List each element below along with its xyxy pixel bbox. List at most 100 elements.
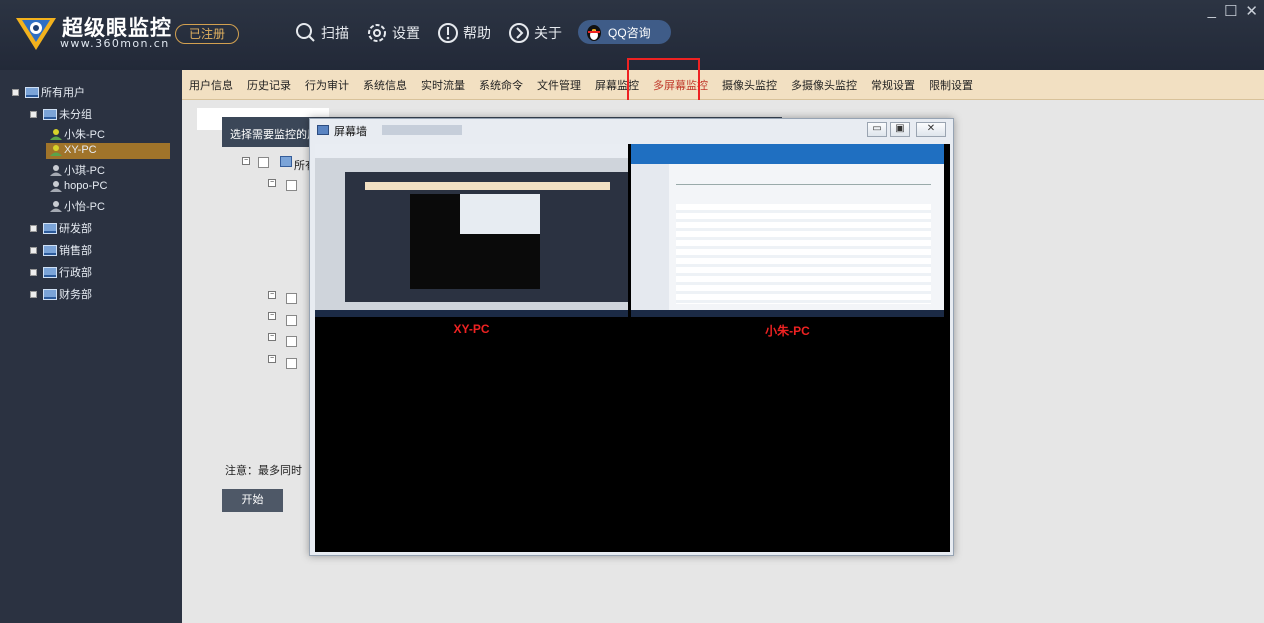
tab-user-info[interactable]: 用户信息 — [189, 77, 233, 93]
checkbox[interactable] — [286, 336, 297, 347]
function-tabs: 用户信息 历史记录 行为审计 系统信息 实时流量 系统命令 文件管理 屏幕监控 … — [182, 70, 1264, 100]
tree-group-label: 未分组 — [59, 109, 92, 121]
qq-label: QQ咨询 — [608, 25, 651, 40]
note-text: 注意：最多同时 — [225, 465, 302, 477]
tree-department-label: 研发部 — [59, 223, 92, 235]
dialog-title: 屏幕墙 — [334, 126, 367, 138]
tree-root[interactable]: 所有用户 — [12, 84, 85, 100]
tree-department[interactable]: 财务部 — [30, 286, 92, 302]
computer-icon — [43, 108, 57, 120]
maximize-icon[interactable]: ☐ — [1224, 2, 1237, 20]
window-controls: _ ☐ ✕ — [1208, 2, 1258, 20]
help-button[interactable]: 帮助 — [436, 20, 491, 46]
qq-consult-button[interactable]: QQ咨询 — [578, 20, 671, 44]
screen-label: 小朱-PC — [765, 324, 810, 338]
checkbox[interactable] — [286, 358, 297, 369]
checkbox[interactable] — [286, 315, 297, 326]
gear-icon — [368, 24, 386, 42]
penguin-icon — [587, 25, 601, 41]
tree-pc-label: 小朱-PC — [64, 129, 105, 141]
settings-label: 设置 — [392, 25, 420, 41]
tab-audit[interactable]: 行为审计 — [305, 77, 349, 93]
checkbox[interactable] — [286, 180, 297, 191]
user-tree: 所有用户 未分组 小朱-PC XY-PC 小琪-PC hopo-PC 小怡-PC… — [0, 70, 182, 623]
tree-department[interactable]: 行政部 — [30, 264, 92, 280]
tab-system-info[interactable]: 系统信息 — [363, 77, 407, 93]
tree-pc[interactable]: 小怡-PC — [50, 198, 105, 214]
brand-domain: www.360mon.cn — [60, 37, 170, 50]
panel-title: 选择需要监控的用 — [230, 129, 318, 141]
collapse-icon[interactable]: − — [268, 291, 276, 299]
tree-group[interactable]: 未分组 — [30, 106, 92, 122]
tab-restrictions[interactable]: 限制设置 — [929, 77, 973, 93]
collapse-icon[interactable] — [30, 290, 37, 298]
close-icon[interactable]: ✕ — [1245, 2, 1258, 20]
collapse-icon[interactable] — [30, 110, 37, 118]
collapse-icon[interactable] — [30, 246, 37, 254]
screen-wall-dialog: 屏幕墙 ▭ ▣ ✕ XY-PC 小朱-PC — [309, 118, 954, 556]
tree-pc-label: XY-PC — [64, 144, 97, 156]
help-label: 帮助 — [463, 25, 491, 41]
user-icon — [50, 128, 62, 140]
logo-icon — [16, 18, 56, 50]
start-button[interactable]: 开始 — [222, 489, 283, 512]
app-window: 超级眼监控 www.360mon.cn 已注册 扫描 设置 帮助 关于 QQ咨询… — [0, 0, 1264, 623]
tab-file-manager[interactable]: 文件管理 — [537, 77, 581, 93]
collapse-icon[interactable] — [30, 268, 37, 276]
user-icon — [50, 144, 62, 156]
tab-camera[interactable]: 摄像头监控 — [722, 77, 777, 93]
computer-icon — [25, 86, 39, 98]
tree-department-label: 财务部 — [59, 289, 92, 301]
screen-wall-body: XY-PC 小朱-PC — [315, 144, 950, 552]
tree-pc[interactable]: 小朱-PC — [50, 126, 105, 142]
registered-badge[interactable]: 已注册 — [175, 24, 239, 44]
collapse-icon[interactable] — [12, 88, 19, 96]
scan-label: 扫描 — [321, 25, 349, 41]
about-label: 关于 — [534, 25, 562, 41]
screen-thumbnail[interactable] — [631, 144, 944, 317]
user-icon — [50, 164, 62, 176]
search-icon — [296, 23, 315, 42]
window-icon — [317, 125, 329, 135]
collapse-icon[interactable]: − — [268, 312, 276, 320]
screen-label: XY-PC — [453, 322, 490, 336]
close-button[interactable]: ✕ — [916, 122, 946, 137]
collapse-icon[interactable]: − — [268, 355, 276, 363]
user-icon — [50, 200, 62, 212]
taskbar — [631, 310, 944, 317]
checkbox[interactable] — [258, 157, 269, 168]
computer-icon — [43, 222, 57, 234]
collapse-icon[interactable] — [30, 224, 37, 232]
tab-general-settings[interactable]: 常规设置 — [871, 77, 915, 93]
screen-thumbnail[interactable] — [315, 144, 628, 317]
blurred-title — [382, 125, 462, 135]
about-button[interactable]: 关于 — [507, 20, 562, 46]
user-icon — [50, 180, 62, 192]
tree-department[interactable]: 销售部 — [30, 242, 92, 258]
tree-pc-label: 小琪-PC — [64, 165, 105, 177]
tab-multi-camera[interactable]: 多摄像头监控 — [791, 77, 857, 93]
computer-icon — [280, 156, 292, 167]
minimize-icon[interactable]: _ — [1208, 2, 1216, 20]
collapse-icon[interactable]: − — [242, 157, 250, 165]
tree-pc-label: hopo-PC — [64, 180, 108, 192]
minimize-button[interactable]: ▭ — [867, 122, 887, 137]
tree-pc[interactable]: hopo-PC — [50, 180, 107, 192]
collapse-icon[interactable]: − — [268, 179, 276, 187]
scan-button[interactable]: 扫描 — [294, 20, 349, 46]
help-icon — [438, 23, 458, 43]
tab-traffic[interactable]: 实时流量 — [421, 77, 465, 93]
tree-pc[interactable]: 小琪-PC — [50, 162, 105, 178]
tree-pc-selected[interactable]: XY-PC — [50, 144, 97, 156]
settings-button[interactable]: 设置 — [365, 20, 420, 46]
collapse-icon[interactable]: − — [268, 333, 276, 341]
tab-history[interactable]: 历史记录 — [247, 77, 291, 93]
tree-department[interactable]: 研发部 — [30, 220, 92, 236]
checkbox[interactable] — [286, 293, 297, 304]
nested-screen — [345, 172, 628, 302]
computer-icon — [43, 288, 57, 300]
about-icon — [509, 23, 529, 43]
tab-system-command[interactable]: 系统命令 — [479, 77, 523, 93]
tree-department-label: 行政部 — [59, 267, 92, 279]
maximize-button[interactable]: ▣ — [890, 122, 910, 137]
